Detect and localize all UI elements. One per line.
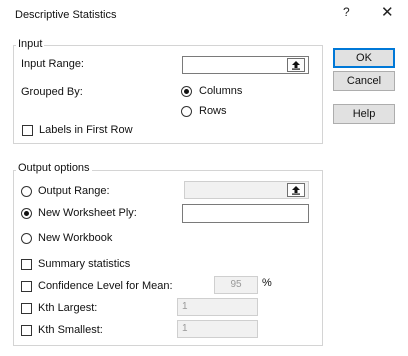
confidence-level-label[interactable]: Confidence Level for Mean: (38, 280, 173, 292)
kth-smallest-label[interactable]: Kth Smallest: (38, 324, 103, 336)
columns-radio[interactable] (181, 86, 192, 97)
collapse-dialog-arrow-icon (292, 186, 300, 195)
percent-sign: % (262, 277, 272, 289)
close-icon[interactable]: ✕ (381, 3, 394, 21)
new-worksheet-ply-radio[interactable] (21, 208, 32, 219)
input-range-ref-button[interactable] (287, 58, 305, 72)
kth-largest-field[interactable]: 1 (177, 298, 258, 316)
kth-smallest-field[interactable]: 1 (177, 320, 258, 338)
descriptive-statistics-dialog: Descriptive Statistics ? ✕ Input Input R… (0, 0, 408, 356)
columns-label[interactable]: Columns (199, 85, 242, 97)
input-group-label: Input (16, 38, 45, 50)
grouped-by-label: Grouped By: (21, 86, 83, 98)
input-range-label: Input Range: (21, 58, 84, 70)
rows-radio[interactable] (181, 106, 192, 117)
dialog-title: Descriptive Statistics (15, 9, 117, 21)
help-button[interactable]: Help (333, 104, 395, 124)
output-range-radio[interactable] (21, 186, 32, 197)
help-question-icon[interactable]: ? (343, 5, 350, 19)
kth-largest-label[interactable]: Kth Largest: (38, 302, 97, 314)
new-worksheet-ply-field[interactable] (182, 204, 309, 223)
confidence-level-checkbox[interactable] (21, 281, 32, 292)
summary-statistics-checkbox[interactable] (21, 259, 32, 270)
new-workbook-label[interactable]: New Workbook (38, 232, 112, 244)
ok-button[interactable]: OK (333, 48, 395, 68)
kth-largest-checkbox[interactable] (21, 303, 32, 314)
kth-smallest-checkbox[interactable] (21, 325, 32, 336)
confidence-level-field[interactable]: 95 (214, 276, 258, 294)
output-range-ref-button[interactable] (287, 183, 305, 197)
cancel-button[interactable]: Cancel (333, 71, 395, 91)
rows-label[interactable]: Rows (199, 105, 227, 117)
labels-first-row-checkbox[interactable] (22, 125, 33, 136)
new-worksheet-ply-label[interactable]: New Worksheet Ply: (38, 207, 137, 219)
new-workbook-radio[interactable] (21, 233, 32, 244)
output-range-label[interactable]: Output Range: (38, 185, 110, 197)
summary-statistics-label[interactable]: Summary statistics (38, 258, 130, 270)
labels-first-row-label[interactable]: Labels in First Row (39, 124, 133, 136)
collapse-dialog-arrow-icon (292, 61, 300, 70)
output-options-label: Output options (16, 162, 92, 174)
